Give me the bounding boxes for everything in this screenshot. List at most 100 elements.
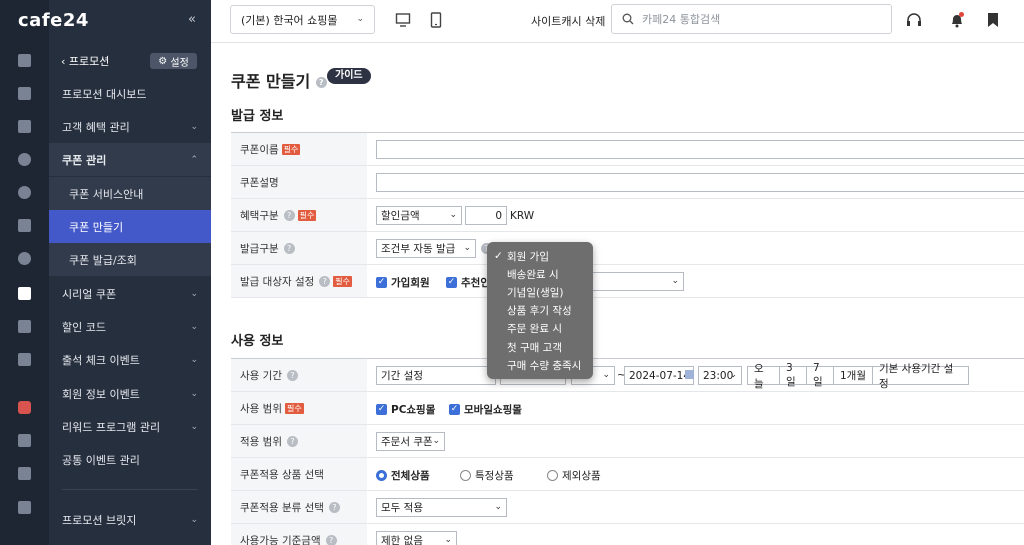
home-icon[interactable]	[0, 50, 49, 70]
select-value: 모두 적용	[381, 502, 423, 514]
apply-scope-select[interactable]: 주문서 쿠폰 ⌄	[376, 432, 445, 451]
benefit-amount-input[interactable]: 0	[465, 206, 507, 225]
notification-bell-icon[interactable]	[948, 11, 966, 29]
design-icon[interactable]	[0, 248, 49, 268]
end-date-input[interactable]: 2024-07-14	[624, 366, 694, 385]
scope-pc-checkbox[interactable]: ✓ PC쇼핑몰	[376, 402, 435, 417]
help-icon[interactable]: ?	[325, 534, 337, 545]
product-specific-radio[interactable]: 특정상품	[460, 468, 514, 483]
nav-label: 할인 코드	[62, 320, 106, 334]
shop-select-value: (기본) 한국어 쇼핑몰	[241, 13, 338, 27]
checkbox-label: 가입회원	[391, 277, 430, 289]
quick-7days-button[interactable]: 7일	[806, 362, 834, 388]
bookmark-icon[interactable]	[984, 11, 1002, 29]
app-icon[interactable]	[0, 349, 49, 369]
nav-item-attendance[interactable]: 출석 체크 이벤트 ⌄	[49, 343, 211, 376]
period-type-select[interactable]: 기간 설정	[376, 366, 496, 385]
coupon-desc-input[interactable]	[376, 173, 1024, 192]
nav-item-coupon-issue[interactable]: 쿠폰 발급/조회	[49, 243, 211, 276]
chevron-down-icon: ⌄	[449, 210, 457, 220]
store-icon[interactable]	[0, 497, 49, 517]
board-icon[interactable]	[0, 215, 49, 235]
chat-icon[interactable]	[0, 182, 49, 202]
help-icon[interactable]: ?	[319, 275, 331, 287]
desktop-preview-icon[interactable]	[395, 12, 411, 28]
help-icon[interactable]: ?	[283, 242, 295, 254]
site-cache-delete-button[interactable]: 사이트캐시 삭제	[531, 13, 605, 29]
scope-mobile-checkbox[interactable]: ✓ 모바일쇼핑몰	[449, 402, 522, 417]
nav-item-coupon-create[interactable]: 쿠폰 만들기	[49, 210, 211, 243]
nav-item-coupon-manage[interactable]: 쿠폰 관리 ⌃	[49, 143, 211, 176]
settings-button[interactable]: ⚙ 설정	[150, 53, 197, 69]
nav-back-label: 프로모션	[68, 55, 110, 68]
search-icon	[622, 13, 634, 25]
cafe24-logo[interactable]: cafe24	[18, 10, 89, 31]
help-icon[interactable]: ?	[315, 77, 327, 88]
member-icon[interactable]	[0, 149, 49, 169]
coupon-name-input[interactable]	[376, 140, 1024, 159]
nav-item-reward[interactable]: 리워드 프로그램 관리 ⌄	[49, 410, 211, 443]
label-text: 발급 대상자 설정	[240, 275, 315, 288]
row-apply: 적용 범위? 주문서 쿠폰 ⌄	[231, 425, 1024, 458]
nav-item-coupon-guide[interactable]: 쿠폰 서비스안내	[49, 177, 211, 210]
help-icon[interactable]: ?	[283, 209, 295, 221]
nav-item-dashboard[interactable]: 프로모션 대시보드	[49, 77, 211, 110]
help-icon[interactable]: ?	[286, 369, 298, 381]
section-issue-title: 발급 정보	[231, 109, 284, 124]
help-icon[interactable]: ?	[286, 435, 298, 447]
cart-icon[interactable]	[0, 83, 49, 103]
quick-3days-button[interactable]: 3일	[779, 362, 807, 388]
megaphone-icon[interactable]	[0, 463, 49, 483]
checkmark-icon: ✓	[494, 250, 503, 263]
promotion-icon[interactable]	[0, 283, 49, 303]
checkbox-label: 추천인	[461, 277, 490, 289]
row-coupon-name: 쿠폰이름 필수	[231, 133, 1024, 166]
label-text: 적용 범위	[240, 435, 282, 448]
min-amount-select[interactable]: 제한 없음 ⌄	[376, 531, 457, 545]
dropdown-option[interactable]: 구매 수량 충족시	[487, 356, 593, 374]
headset-icon[interactable]	[905, 11, 923, 29]
help-icon[interactable]: ?	[328, 501, 340, 513]
guide-button[interactable]: 가이드	[327, 68, 371, 84]
shirt-icon[interactable]	[0, 116, 49, 136]
dropdown-option[interactable]: 첫 구매 고객	[487, 338, 593, 356]
dropdown-option[interactable]: 기념일(생일)	[487, 283, 593, 301]
benefit-type-select[interactable]: 할인금액 ⌄	[376, 206, 462, 225]
nav-item-discount-code[interactable]: 할인 코드 ⌄	[49, 310, 211, 343]
target-recommend-checkbox[interactable]: ✓ 추천인	[446, 275, 490, 290]
nav-item-customer-benefit[interactable]: 고객 혜택 관리 ⌄	[49, 110, 211, 143]
product-all-radio[interactable]: 전체상품	[376, 468, 430, 483]
scope-label: 사용 범위 필수	[231, 392, 367, 424]
target-member-checkbox[interactable]: ✓ 가입회원	[376, 275, 430, 290]
calendar-icon[interactable]	[685, 370, 694, 379]
video-icon[interactable]	[0, 397, 49, 417]
quick-today-button[interactable]: 오늘	[747, 363, 780, 390]
gear-icon: ⚙	[158, 55, 171, 67]
nav-item-promotion-bridge[interactable]: 프로모션 브릿지 ⌄	[49, 503, 211, 536]
chevron-down-icon: ⌄	[190, 288, 198, 299]
mobile-preview-icon[interactable]	[428, 12, 444, 28]
nav-item-member-event[interactable]: 회원 정보 이벤트 ⌄	[49, 377, 211, 410]
select-value: 조건부 자동 발급	[381, 243, 456, 255]
nav-item-serial-coupon[interactable]: 시리얼 쿠폰 ⌄	[49, 277, 211, 310]
nav-item-common-event[interactable]: 공통 이벤트 관리	[49, 443, 211, 476]
dropdown-option[interactable]: 상품 후기 작성	[487, 302, 593, 320]
dropdown-option[interactable]: ✓ 회원 가입	[487, 247, 593, 265]
shop-select[interactable]: (기본) 한국어 쇼핑몰 ⌄	[230, 5, 375, 34]
dropdown-option[interactable]: 배송완료 시	[487, 265, 593, 283]
back-to-promotion[interactable]: ‹ 프로모션	[61, 53, 109, 69]
bag-icon[interactable]	[0, 430, 49, 450]
search-input[interactable]: 카페24 통합검색	[611, 4, 892, 34]
end-hour-select[interactable]: 23:00 ⌄	[698, 366, 742, 385]
dropdown-option[interactable]: 주문 완료 시	[487, 320, 593, 338]
category-select[interactable]: 모두 적용 ⌄	[376, 498, 507, 517]
checkbox-checked-icon: ✓	[376, 404, 387, 415]
default-period-button[interactable]: 기본 사용기간 설정	[872, 363, 969, 390]
stats-icon[interactable]	[0, 316, 49, 336]
collapse-sidebar-icon[interactable]: «	[188, 12, 196, 27]
target-extra-select[interactable]: ⌄	[577, 272, 684, 291]
quick-1month-button[interactable]: 1개월	[833, 366, 873, 385]
product-exclude-radio[interactable]: 제외상품	[547, 468, 601, 483]
label-text: 발급구분	[240, 242, 279, 255]
issue-type-select[interactable]: 조건부 자동 발급 ⌄	[376, 239, 476, 258]
